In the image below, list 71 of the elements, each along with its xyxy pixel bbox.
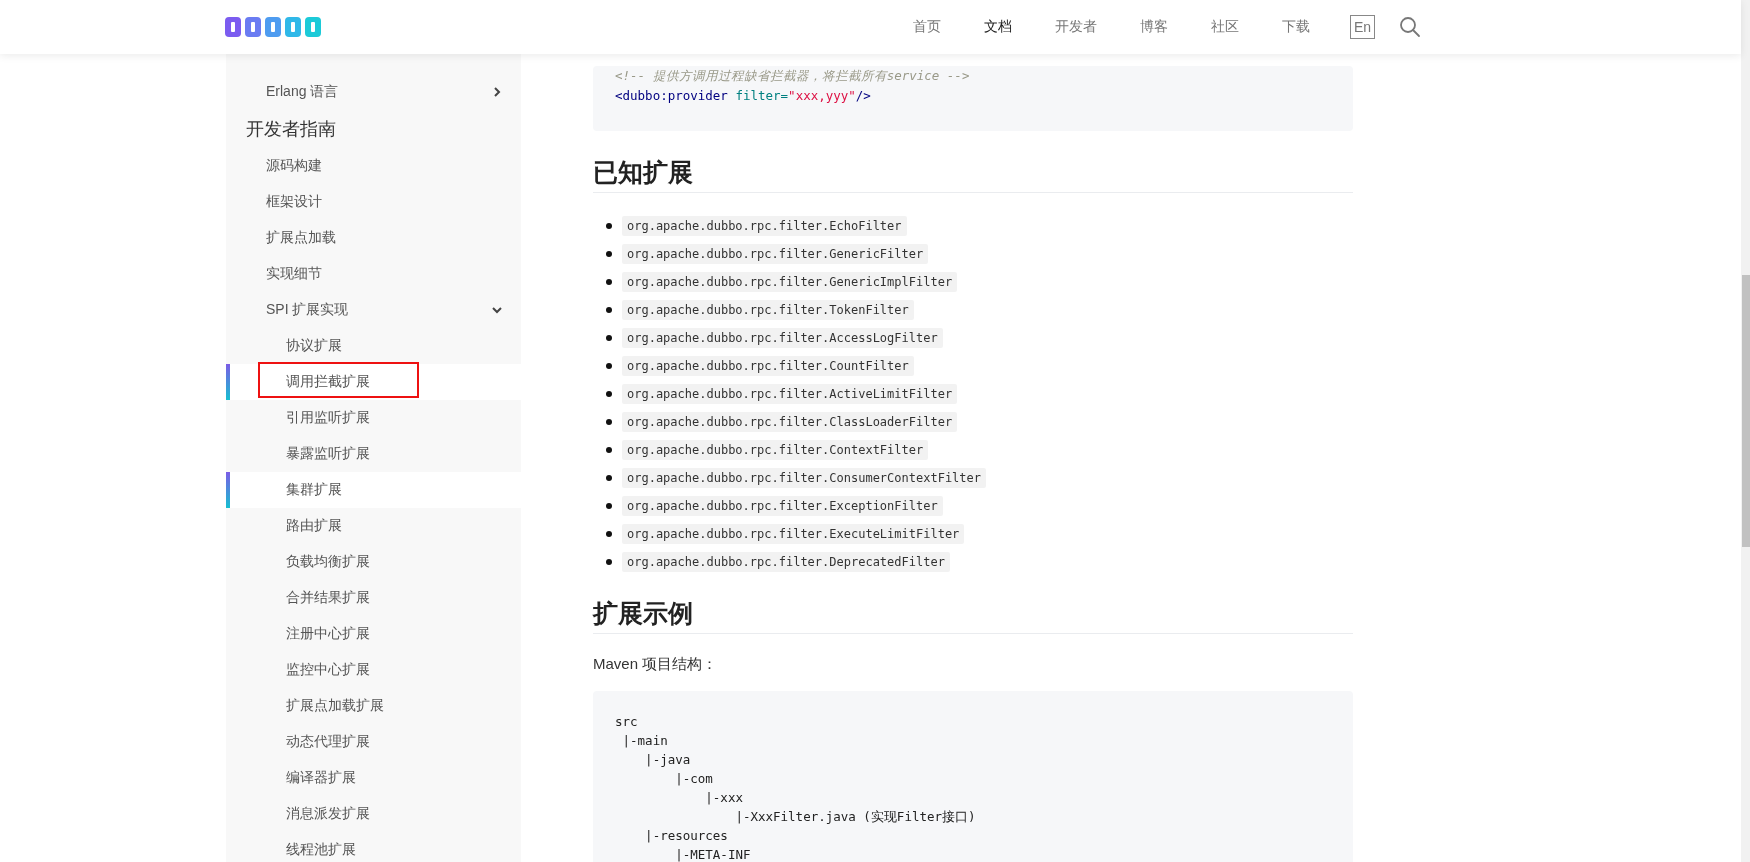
bullet-icon <box>606 559 612 565</box>
sidebar-item[interactable]: 监控中心扩展 <box>226 652 521 688</box>
code-line: |-META-INF <box>674 846 752 862</box>
sidebar-item[interactable]: 动态代理扩展 <box>226 724 521 760</box>
inline-code: org.apache.dubbo.rpc.filter.TokenFilter <box>622 300 914 320</box>
bullet-icon <box>606 279 612 285</box>
code-line: <!-- 提供方调用过程缺省拦截器，将拦截所有service --> <box>615 67 971 85</box>
inline-code: org.apache.dubbo.rpc.filter.ConsumerContextFilter <box>622 468 986 488</box>
code-line: |-resources <box>644 827 729 845</box>
bullet-icon <box>606 223 612 229</box>
sidebar-item[interactable]: 集群扩展 <box>226 472 521 508</box>
nav-link[interactable]: 博客 <box>1139 18 1168 36</box>
sidebar-item[interactable]: 合并结果扩展 <box>226 580 521 616</box>
inline-code: org.apache.dubbo.rpc.filter.ExceptionFilter <box>622 496 943 516</box>
sidebar-item[interactable]: 暴露监听扩展 <box>226 436 521 472</box>
nav-link[interactable]: 文档 <box>983 18 1012 36</box>
bullet-icon <box>606 307 612 313</box>
bullet-icon <box>606 419 612 425</box>
sidebar-item[interactable]: 扩展点加载 <box>226 220 521 256</box>
code-line: |-main <box>621 732 669 750</box>
code-line: |-com <box>674 770 714 788</box>
code-line: <dubbo:provider filter="xxx,yyy"/> <box>615 87 872 105</box>
logo-icon[interactable] <box>225 16 323 38</box>
sidebar-item[interactable]: 扩展点加载扩展 <box>226 688 521 724</box>
sidebar-item[interactable]: 协议扩展 <box>226 328 521 364</box>
sidebar-item[interactable]: SPI 扩展实现 <box>226 292 521 328</box>
code-line: |-java <box>644 751 692 769</box>
inline-code: org.apache.dubbo.rpc.filter.DeprecatedFilter <box>622 552 950 572</box>
code-line: |-XxxFilter.java (实现Filter接口) <box>734 808 977 826</box>
sidebar-item[interactable]: 调用拦截扩展 <box>226 364 521 400</box>
inline-code: org.apache.dubbo.rpc.filter.EchoFilter <box>622 216 907 236</box>
inline-code: org.apache.dubbo.rpc.filter.CountFilter <box>622 356 914 376</box>
bullet-icon <box>606 391 612 397</box>
language-button[interactable]: En <box>1349 15 1375 39</box>
paragraph: Maven 项目结构： <box>593 654 719 674</box>
inline-code: org.apache.dubbo.rpc.filter.ExecuteLimitFilter <box>622 524 965 544</box>
sidebar-item[interactable]: Erlang 语言 <box>226 74 521 110</box>
sidebar-item[interactable]: 注册中心扩展 <box>226 616 521 652</box>
inline-code: org.apache.dubbo.rpc.filter.GenericFilter <box>622 244 929 264</box>
bullet-icon <box>606 531 612 537</box>
nav-link[interactable]: 社区 <box>1210 18 1239 36</box>
sidebar-item[interactable]: 线程池扩展 <box>226 832 521 862</box>
code-line: src <box>615 713 639 731</box>
nav-link[interactable]: 开发者 <box>1054 18 1097 36</box>
code-line: |-xxx <box>704 789 744 807</box>
sidebar-item[interactable]: 实现细节 <box>226 256 521 292</box>
sidebar-item[interactable]: 框架设计 <box>226 184 521 220</box>
inline-code: org.apache.dubbo.rpc.filter.AccessLogFilter <box>622 328 943 348</box>
bullet-icon <box>606 475 612 481</box>
sidebar-item[interactable]: 引用监听扩展 <box>226 400 521 436</box>
inline-code: org.apache.dubbo.rpc.filter.GenericImplFilter <box>622 272 958 292</box>
bullet-icon <box>606 363 612 369</box>
sidebar-item[interactable]: 编译器扩展 <box>226 760 521 796</box>
search-icon[interactable] <box>1399 16 1421 38</box>
nav-link[interactable]: 下载 <box>1281 18 1310 36</box>
bullet-icon <box>606 335 612 341</box>
sidebar-item[interactable]: 源码构建 <box>226 148 521 184</box>
bullet-icon <box>606 251 612 257</box>
nav-link[interactable]: 首页 <box>912 18 941 36</box>
sidebar-item[interactable]: 消息派发扩展 <box>226 796 521 832</box>
inline-code: org.apache.dubbo.rpc.filter.ContextFilter <box>622 440 929 460</box>
inline-code: org.apache.dubbo.rpc.filter.ActiveLimitFilter <box>622 384 958 404</box>
scrollbar[interactable] <box>1741 0 1750 862</box>
bullet-icon <box>606 447 612 453</box>
sidebar-section-title: 开发者指南 <box>245 118 337 141</box>
sidebar-item[interactable]: 路由扩展 <box>226 508 521 544</box>
sidebar-item[interactable]: 负载均衡扩展 <box>226 544 521 580</box>
bullet-icon <box>606 503 612 509</box>
section-heading: 扩展示例 <box>593 596 1353 634</box>
section-heading: 已知扩展 <box>593 155 1353 193</box>
inline-code: org.apache.dubbo.rpc.filter.ClassLoaderFilter <box>622 412 958 432</box>
